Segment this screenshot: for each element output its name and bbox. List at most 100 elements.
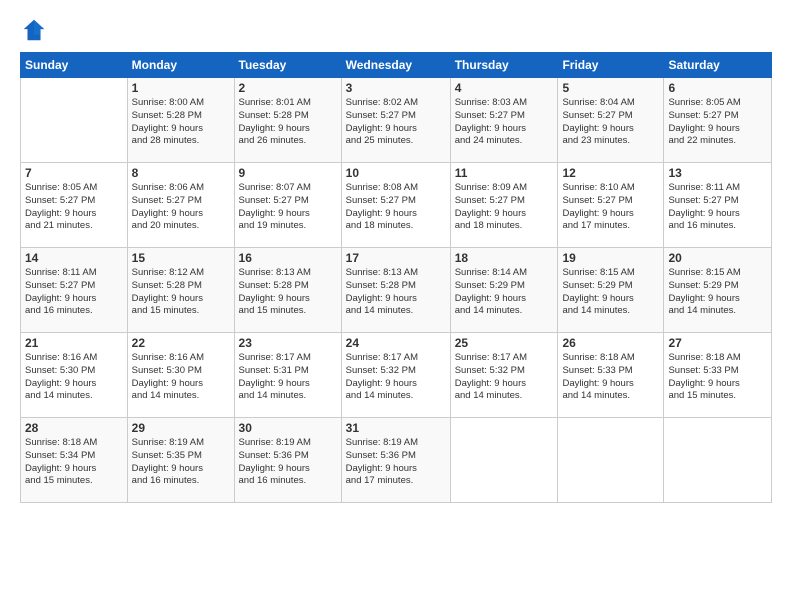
day-info: Sunrise: 8:14 AMSunset: 5:29 PMDaylight:…	[455, 267, 554, 318]
calendar-cell: 1 Sunrise: 8:00 AMSunset: 5:28 PMDaylight…	[127, 78, 234, 163]
day-info: Sunrise: 8:18 AMSunset: 5:33 PMDaylight:…	[668, 352, 767, 403]
day-info: Sunrise: 8:09 AMSunset: 5:27 PMDaylight:…	[455, 182, 554, 233]
calendar-cell: 11 Sunrise: 8:09 AMSunset: 5:27 PMDayligh…	[450, 163, 558, 248]
day-number: 27	[668, 336, 767, 350]
day-info: Sunrise: 8:17 AMSunset: 5:32 PMDaylight:…	[346, 352, 446, 403]
calendar-cell: 22Sunrise: 8:16 AMSunset: 5:30 PMDayligh…	[127, 333, 234, 418]
day-number: 3	[346, 81, 446, 95]
day-number: 15	[132, 251, 230, 265]
day-number: 19	[562, 251, 659, 265]
header	[20, 16, 772, 44]
day-number: 21	[25, 336, 123, 350]
calendar-cell: 7 Sunrise: 8:05 AMSunset: 5:27 PMDaylight…	[21, 163, 128, 248]
calendar-cell: 6Sunrise: 8:05 AMSunset: 5:27 PMDaylight…	[664, 78, 772, 163]
day-info: Sunrise: 8:11 AMSunset: 5:27 PMDaylight:…	[668, 182, 767, 233]
weekday-header-row: SundayMondayTuesdayWednesdayThursdayFrid…	[21, 53, 772, 78]
calendar-cell: 15Sunrise: 8:12 AMSunset: 5:28 PMDayligh…	[127, 248, 234, 333]
calendar-cell: 29Sunrise: 8:19 AMSunset: 5:35 PMDayligh…	[127, 418, 234, 503]
weekday-header-thursday: Thursday	[450, 53, 558, 78]
day-number: 4	[455, 81, 554, 95]
calendar: SundayMondayTuesdayWednesdayThursdayFrid…	[20, 52, 772, 503]
week-row-4: 28 Sunrise: 8:18 AMSunset: 5:34 PMDayligh…	[21, 418, 772, 503]
calendar-cell: 30 Sunrise: 8:19 AMSunset: 5:36 PMDayligh…	[234, 418, 341, 503]
day-info: Sunrise: 8:17 AMSunset: 5:32 PMDaylight:…	[455, 352, 554, 403]
day-number: 16	[239, 251, 337, 265]
calendar-cell: 24 Sunrise: 8:17 AMSunset: 5:32 PMDayligh…	[341, 333, 450, 418]
day-info: Sunrise: 8:04 AMSunset: 5:27 PMDaylight:…	[562, 97, 659, 148]
day-info: Sunrise: 8:03 AMSunset: 5:27 PMDaylight:…	[455, 97, 554, 148]
logo	[20, 16, 52, 44]
day-number: 13	[668, 166, 767, 180]
day-number: 1	[132, 81, 230, 95]
calendar-cell: 10 Sunrise: 8:08 AMSunset: 5:27 PMDayligh…	[341, 163, 450, 248]
day-number: 30	[239, 421, 337, 435]
day-number: 24	[346, 336, 446, 350]
day-info: Sunrise: 8:07 AMSunset: 5:27 PMDaylight:…	[239, 182, 337, 233]
week-row-2: 14 Sunrise: 8:11 AMSunset: 5:27 PMDayligh…	[21, 248, 772, 333]
day-info: Sunrise: 8:08 AMSunset: 5:27 PMDaylight:…	[346, 182, 446, 233]
day-number: 26	[562, 336, 659, 350]
day-info: Sunrise: 8:00 AMSunset: 5:28 PMDaylight:…	[132, 97, 230, 148]
calendar-cell: 14 Sunrise: 8:11 AMSunset: 5:27 PMDayligh…	[21, 248, 128, 333]
calendar-cell: 5Sunrise: 8:04 AMSunset: 5:27 PMDaylight…	[558, 78, 664, 163]
day-info: Sunrise: 8:13 AMSunset: 5:28 PMDaylight:…	[239, 267, 337, 318]
weekday-header-tuesday: Tuesday	[234, 53, 341, 78]
logo-icon	[20, 16, 48, 44]
day-number: 31	[346, 421, 446, 435]
day-info: Sunrise: 8:17 AMSunset: 5:31 PMDaylight:…	[239, 352, 337, 403]
day-number: 8	[132, 166, 230, 180]
day-info: Sunrise: 8:13 AMSunset: 5:28 PMDaylight:…	[346, 267, 446, 318]
page: SundayMondayTuesdayWednesdayThursdayFrid…	[0, 0, 792, 612]
day-info: Sunrise: 8:19 AMSunset: 5:36 PMDaylight:…	[346, 437, 446, 488]
day-number: 11	[455, 166, 554, 180]
weekday-header-saturday: Saturday	[664, 53, 772, 78]
day-number: 18	[455, 251, 554, 265]
day-info: Sunrise: 8:01 AMSunset: 5:28 PMDaylight:…	[239, 97, 337, 148]
day-number: 10	[346, 166, 446, 180]
day-number: 14	[25, 251, 123, 265]
day-number: 20	[668, 251, 767, 265]
calendar-cell: 2 Sunrise: 8:01 AMSunset: 5:28 PMDaylight…	[234, 78, 341, 163]
calendar-cell: 21 Sunrise: 8:16 AMSunset: 5:30 PMDayligh…	[21, 333, 128, 418]
week-row-3: 21 Sunrise: 8:16 AMSunset: 5:30 PMDayligh…	[21, 333, 772, 418]
calendar-cell: 13 Sunrise: 8:11 AMSunset: 5:27 PMDayligh…	[664, 163, 772, 248]
calendar-cell: 26 Sunrise: 8:18 AMSunset: 5:33 PMDayligh…	[558, 333, 664, 418]
calendar-cell: 16 Sunrise: 8:13 AMSunset: 5:28 PMDayligh…	[234, 248, 341, 333]
calendar-cell: 18 Sunrise: 8:14 AMSunset: 5:29 PMDayligh…	[450, 248, 558, 333]
day-info: Sunrise: 8:19 AMSunset: 5:35 PMDaylight:…	[132, 437, 230, 488]
day-number: 17	[346, 251, 446, 265]
day-info: Sunrise: 8:15 AMSunset: 5:29 PMDaylight:…	[668, 267, 767, 318]
calendar-cell	[21, 78, 128, 163]
calendar-cell: 31 Sunrise: 8:19 AMSunset: 5:36 PMDayligh…	[341, 418, 450, 503]
day-number: 28	[25, 421, 123, 435]
day-info: Sunrise: 8:05 AMSunset: 5:27 PMDaylight:…	[25, 182, 123, 233]
calendar-cell: 19Sunrise: 8:15 AMSunset: 5:29 PMDayligh…	[558, 248, 664, 333]
calendar-cell: 23 Sunrise: 8:17 AMSunset: 5:31 PMDayligh…	[234, 333, 341, 418]
day-number: 2	[239, 81, 337, 95]
calendar-cell: 4 Sunrise: 8:03 AMSunset: 5:27 PMDaylight…	[450, 78, 558, 163]
day-info: Sunrise: 8:18 AMSunset: 5:34 PMDaylight:…	[25, 437, 123, 488]
day-info: Sunrise: 8:11 AMSunset: 5:27 PMDaylight:…	[25, 267, 123, 318]
day-info: Sunrise: 8:06 AMSunset: 5:27 PMDaylight:…	[132, 182, 230, 233]
weekday-header-friday: Friday	[558, 53, 664, 78]
day-info: Sunrise: 8:18 AMSunset: 5:33 PMDaylight:…	[562, 352, 659, 403]
day-info: Sunrise: 8:19 AMSunset: 5:36 PMDaylight:…	[239, 437, 337, 488]
day-number: 25	[455, 336, 554, 350]
day-number: 23	[239, 336, 337, 350]
calendar-cell: 12Sunrise: 8:10 AMSunset: 5:27 PMDayligh…	[558, 163, 664, 248]
calendar-cell: 8 Sunrise: 8:06 AMSunset: 5:27 PMDaylight…	[127, 163, 234, 248]
calendar-cell: 17 Sunrise: 8:13 AMSunset: 5:28 PMDayligh…	[341, 248, 450, 333]
day-info: Sunrise: 8:10 AMSunset: 5:27 PMDaylight:…	[562, 182, 659, 233]
calendar-cell	[450, 418, 558, 503]
day-info: Sunrise: 8:16 AMSunset: 5:30 PMDaylight:…	[25, 352, 123, 403]
day-number: 7	[25, 166, 123, 180]
calendar-cell: 25 Sunrise: 8:17 AMSunset: 5:32 PMDayligh…	[450, 333, 558, 418]
calendar-cell: 3 Sunrise: 8:02 AMSunset: 5:27 PMDaylight…	[341, 78, 450, 163]
day-info: Sunrise: 8:02 AMSunset: 5:27 PMDaylight:…	[346, 97, 446, 148]
calendar-cell: 28 Sunrise: 8:18 AMSunset: 5:34 PMDayligh…	[21, 418, 128, 503]
calendar-cell: 20 Sunrise: 8:15 AMSunset: 5:29 PMDayligh…	[664, 248, 772, 333]
calendar-cell	[664, 418, 772, 503]
day-info: Sunrise: 8:16 AMSunset: 5:30 PMDaylight:…	[132, 352, 230, 403]
day-number: 6	[668, 81, 767, 95]
calendar-cell: 9Sunrise: 8:07 AMSunset: 5:27 PMDaylight…	[234, 163, 341, 248]
